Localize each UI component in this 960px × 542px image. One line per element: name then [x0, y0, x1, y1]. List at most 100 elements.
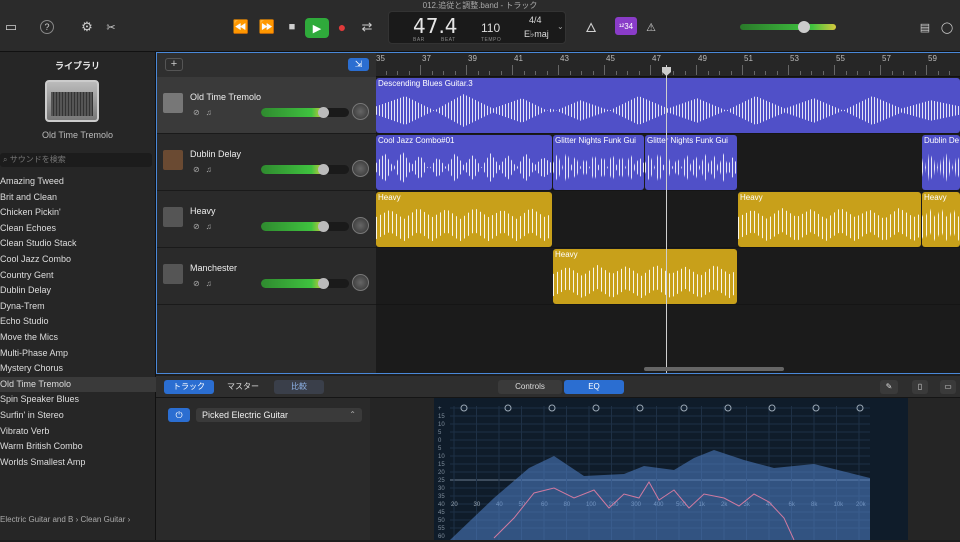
track-volume-slider[interactable]	[261, 108, 349, 117]
lane-track-1[interactable]: Descending Blues Guitar.3	[376, 77, 960, 134]
library-item[interactable]: Clean Echoes	[0, 221, 156, 237]
region-name: Glitter Nights Funk Gui	[555, 136, 636, 145]
library-item[interactable]: Vibrato Verb	[0, 424, 156, 440]
library-item[interactable]: Multi-Phase Amp	[0, 346, 156, 362]
mute-solo-icons[interactable]: ⊘♫	[193, 108, 218, 117]
library-toggle-icon[interactable]: ▭	[0, 16, 22, 38]
library-item[interactable]: Chicken Pickin'	[0, 205, 156, 221]
mute-solo-icons[interactable]: ⊘♫	[193, 279, 218, 288]
track-header[interactable]: Heavy ⊘♫	[157, 191, 376, 248]
amp-icon[interactable]: ▯	[912, 380, 928, 394]
lcd-display[interactable]: 47.4 BAR BEAT 110 TEMPO 4/4 E♭maj ⌄	[388, 11, 566, 44]
tuner-icon[interactable]: 🜂	[580, 16, 602, 38]
edit-icon[interactable]: ✎	[880, 380, 898, 394]
track-pan-knob[interactable]	[352, 217, 369, 234]
smart-controls-icon[interactable]: ⚙	[76, 16, 98, 38]
tempo-readout[interactable]: 110	[481, 21, 500, 35]
audio-region[interactable]: Glitter Nights Funk Gui	[645, 135, 737, 190]
track-pan-knob[interactable]	[352, 103, 369, 120]
library-item[interactable]: Country Gent	[0, 268, 156, 284]
ruler-tick	[799, 71, 801, 75]
lane-track-2[interactable]: Cool Jazz Combo#01 Glitter Nights Funk G…	[376, 134, 960, 191]
master-volume-slider[interactable]	[740, 24, 836, 30]
lcd-menu-chevron-icon[interactable]: ⌄	[557, 22, 564, 31]
ruler-tick	[627, 71, 628, 75]
audio-region[interactable]: Glitter Nights Funk Gui	[553, 135, 644, 190]
ruler-tick	[903, 71, 904, 75]
time-signature[interactable]: 4/4	[529, 15, 542, 25]
library-item[interactable]: Amazing Tweed	[0, 174, 156, 190]
library-item[interactable]: Mystery Chorus	[0, 361, 156, 377]
tab-compare[interactable]: 比較	[274, 380, 324, 394]
tab-track[interactable]: トラック	[164, 380, 214, 394]
track-volume-slider[interactable]	[261, 279, 349, 288]
add-track-button[interactable]: +	[165, 58, 183, 71]
notepad-icon[interactable]: ▤	[914, 16, 936, 38]
track-pan-knob[interactable]	[352, 160, 369, 177]
count-in-button[interactable]: ¹²34	[615, 17, 637, 35]
library-item[interactable]: Dyna-Trem	[0, 299, 156, 315]
power-icon[interactable]: ⏻	[168, 408, 190, 422]
track-header[interactable]: Old Time Tremolo ⊘♫	[157, 77, 376, 134]
fast-forward-icon[interactable]: ⏩	[256, 16, 278, 38]
preset-select[interactable]: Picked Electric Guitar	[196, 408, 362, 422]
quick-help-icon[interactable]: ?	[40, 20, 54, 34]
eq-db-label: 10	[438, 422, 445, 428]
timeline[interactable]: 35 37 39 41 43 45 47 49 51 53 55 57 59 Descending Bl…	[376, 53, 960, 373]
track-name[interactable]: Heavy	[190, 206, 216, 216]
drummer-region[interactable]: Heavy	[738, 192, 921, 247]
drummer-region[interactable]: Heavy	[376, 192, 552, 247]
library-item[interactable]: Move the Mics	[0, 330, 156, 346]
library-item[interactable]: Cool Jazz Combo	[0, 252, 156, 268]
record-button[interactable]: ●	[331, 16, 353, 38]
library-item[interactable]: Brit and Clean	[0, 190, 156, 206]
track-header[interactable]: Manchester ⊘♫	[157, 248, 376, 305]
library-breadcrumb[interactable]: Electric Guitar and B › Clean Guitar ›	[0, 515, 156, 524]
loop-browser-icon[interactable]: ◯	[936, 16, 958, 38]
audio-region[interactable]: Descending Blues Guitar.3	[376, 78, 960, 133]
library-title: ライブラリ	[54, 61, 100, 71]
master-volume-thumb[interactable]	[798, 21, 810, 33]
stop-icon[interactable]: ■	[281, 16, 303, 38]
tab-master[interactable]: マスター	[218, 380, 268, 394]
library-item[interactable]: Echo Studio	[0, 314, 156, 330]
scissors-icon[interactable]: ✂	[100, 16, 122, 38]
track-header[interactable]: Dublin Delay ⊘♫	[157, 134, 376, 191]
metronome-icon[interactable]: ⚠	[640, 16, 662, 38]
audio-region[interactable]: Cool Jazz Combo#01	[376, 135, 552, 190]
eq-graph[interactable]: 2030405060801002003004005001k2k3k4k6k8k1…	[434, 398, 908, 541]
pedalboard-icon[interactable]: ▭	[940, 380, 956, 394]
track-name[interactable]: Manchester	[190, 263, 237, 273]
mute-solo-icons[interactable]: ⊘♫	[193, 165, 218, 174]
key-signature[interactable]: E♭maj	[524, 29, 549, 40]
drummer-region[interactable]: Heavy	[553, 249, 737, 304]
eq-display[interactable]: 2030405060801002003004005001k2k3k4k6k8k1…	[434, 398, 908, 541]
library-item[interactable]: Spin Speaker Blues	[0, 392, 156, 408]
library-item[interactable]: Worlds Smallest Amp	[0, 455, 156, 471]
library-item[interactable]: Old Time Tremolo	[0, 376, 156, 393]
lane-track-4[interactable]: Heavy	[376, 248, 960, 305]
track-volume-slider[interactable]	[261, 165, 349, 174]
track-pan-knob[interactable]	[352, 274, 369, 291]
library-item[interactable]: Warm British Combo	[0, 439, 156, 455]
cycle-icon[interactable]: ⇄	[356, 16, 378, 38]
horizontal-scrollbar[interactable]	[644, 367, 784, 371]
track-name[interactable]: Dublin Delay	[190, 149, 241, 159]
library-item[interactable]: Clean Studio Stack	[0, 236, 156, 252]
rewind-icon[interactable]: ⏪	[230, 16, 252, 38]
tab-eq[interactable]: EQ	[564, 380, 624, 394]
lane-track-3[interactable]: Heavy Heavy Heavy	[376, 191, 960, 248]
region-name: Descending Blues Guitar.3	[378, 79, 473, 88]
tab-controls[interactable]: Controls	[498, 380, 562, 394]
track-name[interactable]: Old Time Tremolo	[190, 92, 261, 102]
playhead[interactable]	[666, 65, 667, 373]
library-search-input[interactable]: ⌕ サウンドを検索	[0, 153, 152, 167]
play-button[interactable]: ▶	[305, 18, 329, 38]
track-volume-slider[interactable]	[261, 222, 349, 231]
drummer-region[interactable]: Heavy	[922, 192, 960, 247]
library-item[interactable]: Dublin Delay	[0, 283, 156, 299]
library-item[interactable]: Surfin' in Stereo	[0, 408, 156, 424]
audio-region[interactable]: Dublin De	[922, 135, 960, 190]
catch-playhead-button[interactable]: ⇲	[348, 58, 369, 71]
mute-solo-icons[interactable]: ⊘♫	[193, 222, 218, 231]
